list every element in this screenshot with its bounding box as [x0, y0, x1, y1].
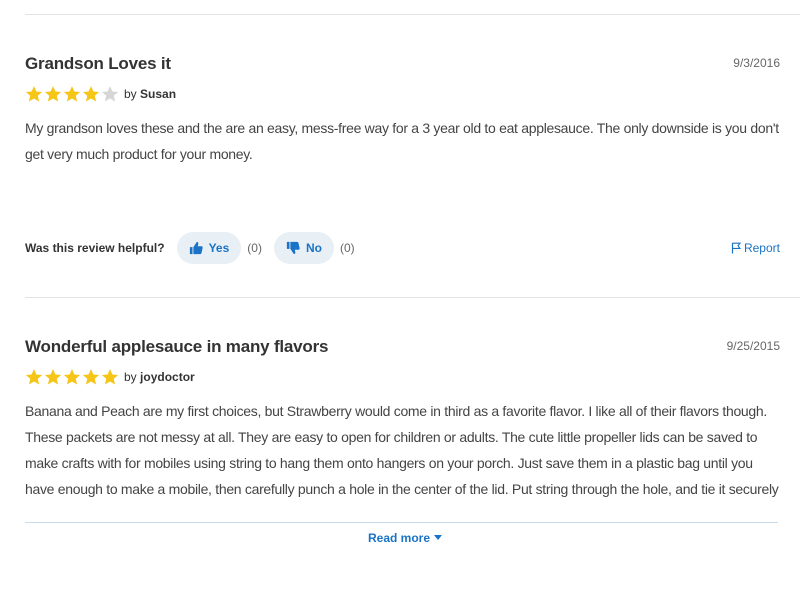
report-label: Report [743, 241, 780, 255]
star-icon [101, 86, 119, 102]
review-date: 9/3/2016 [733, 56, 780, 70]
yes-count: (0) [247, 241, 262, 255]
read-more-label: Read more [368, 531, 431, 545]
review-text: My grandson loves these and the are an e… [25, 120, 779, 162]
star-icon [25, 86, 43, 102]
helpful-label: Was this review helpful? [25, 241, 165, 255]
read-more-link[interactable]: Read more [368, 531, 443, 545]
star-icon [25, 369, 43, 385]
read-more-divider [25, 522, 778, 523]
review-divider [25, 297, 800, 298]
flag-icon [731, 242, 742, 254]
star-icon [63, 369, 81, 385]
review-text: Banana and Peach are my first choices, b… [25, 403, 779, 508]
rating-row: by Susan [25, 83, 780, 105]
by-prefix: by [124, 370, 137, 384]
star-icon [82, 86, 100, 102]
yes-label: Yes [208, 241, 230, 255]
review-card: Wonderful applesauce in many flavors 9/2… [25, 337, 780, 508]
star-icon [63, 86, 81, 102]
report-link[interactable]: Report [731, 241, 780, 255]
star-icon [82, 369, 100, 385]
helpful-yes-button[interactable]: Yes [176, 232, 242, 264]
review-date: 9/25/2015 [726, 339, 780, 353]
rating-row: by joydoctor [25, 366, 780, 388]
review-author: Susan [140, 87, 177, 101]
review-author-line: by joydoctor [124, 370, 195, 384]
star-rating [25, 85, 119, 103]
by-prefix: by [124, 87, 137, 101]
star-rating [25, 368, 119, 386]
reviews-page: Grandson Loves it 9/3/2016 by Susan My g… [0, 0, 800, 600]
thumbs-down-icon [286, 241, 300, 255]
star-icon [44, 86, 62, 102]
helpful-no-button[interactable]: No [273, 232, 334, 264]
no-label: No [305, 241, 322, 255]
review-author-line: by Susan [124, 87, 176, 101]
review-title: Wonderful applesauce in many flavors [25, 337, 329, 356]
review-author: joydoctor [140, 370, 195, 384]
helpful-row: Was this review helpful? Yes (0) No (0) … [25, 231, 780, 265]
review-card: Grandson Loves it 9/3/2016 by Susan My g… [25, 54, 780, 167]
top-divider [25, 14, 800, 15]
thumbs-up-icon [189, 241, 203, 255]
star-icon [101, 369, 119, 385]
star-icon [44, 369, 62, 385]
review-title: Grandson Loves it [25, 54, 171, 73]
no-count: (0) [339, 241, 355, 255]
caret-down-icon [434, 535, 443, 540]
